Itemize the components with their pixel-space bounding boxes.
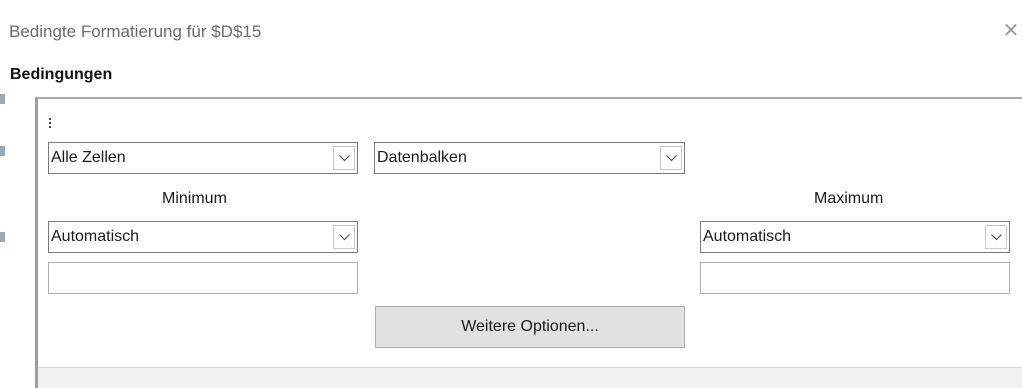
chevron-down-icon[interactable] xyxy=(333,225,355,249)
drag-handle-icon[interactable] xyxy=(49,118,51,130)
chevron-down-icon[interactable] xyxy=(333,146,355,170)
minimum-type-select[interactable]: Automatisch xyxy=(48,221,358,253)
background-window-edge xyxy=(0,94,5,104)
chevron-down-icon[interactable] xyxy=(985,225,1007,249)
minimum-label: Minimum xyxy=(162,190,227,207)
conditions-heading: Bedingungen xyxy=(10,66,113,83)
condition-type-select[interactable]: Datenbalken xyxy=(374,142,685,174)
dialog-title: Bedingte Formatierung für $D$15 xyxy=(9,22,262,41)
minimum-type-value: Automatisch xyxy=(51,228,140,245)
background-window-edge xyxy=(0,232,5,242)
scope-select-value: Alle Zellen xyxy=(51,149,126,166)
dialog-titlebar: Bedingte Formatierung für $D$15 ✕ xyxy=(0,0,1022,58)
maximum-value-input[interactable] xyxy=(700,262,1010,294)
minimum-value-input[interactable] xyxy=(48,262,358,294)
scope-select[interactable]: Alle Zellen xyxy=(48,142,358,174)
condition-type-value: Datenbalken xyxy=(377,149,467,166)
chevron-down-icon[interactable] xyxy=(660,146,682,170)
background-window-edge xyxy=(0,146,5,156)
close-icon[interactable]: ✕ xyxy=(1000,18,1022,44)
maximum-label: Maximum xyxy=(814,190,884,207)
maximum-type-value: Automatisch xyxy=(703,228,792,245)
more-options-button[interactable]: Weitere Optionen... xyxy=(375,306,685,348)
maximum-type-select[interactable]: Automatisch xyxy=(700,221,1010,253)
